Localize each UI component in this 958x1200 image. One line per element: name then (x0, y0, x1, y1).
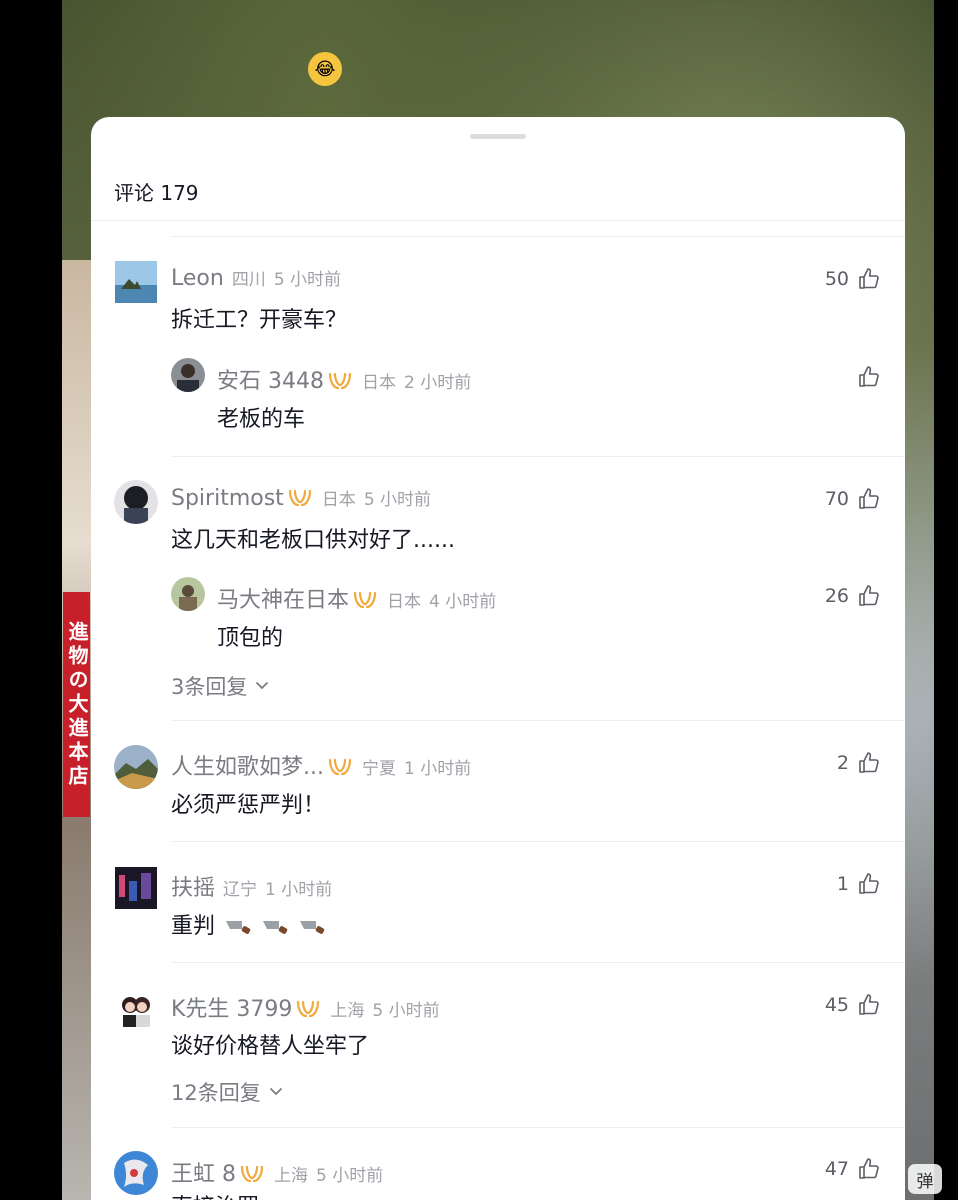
avatar[interactable] (115, 261, 157, 303)
fan-badge-icon (297, 1000, 320, 1018)
reply-author[interactable]: 安石 3448 (217, 363, 324, 395)
reply-author[interactable]: 马大神在日本 (217, 582, 349, 614)
divider (171, 236, 905, 237)
danmaku-button[interactable]: 弹 (908, 1164, 942, 1194)
like-button[interactable]: 2 (837, 751, 881, 775)
like-button[interactable]: 70 (825, 487, 881, 511)
avatar[interactable] (114, 745, 158, 789)
comment-author[interactable]: 王虹 8 (171, 1156, 236, 1188)
divider (171, 841, 905, 842)
comment-count-title: 评论 179 (114, 181, 199, 205)
comment-location: 上海 (330, 1001, 365, 1021)
comment-location: 四川 (231, 270, 266, 290)
comment-text: 拆迁工？开豪车？ (171, 308, 348, 333)
comment-text: 必须严惩严判！ (171, 793, 326, 818)
comment-author[interactable]: 扶摇 (171, 870, 215, 902)
fan-badge-icon (288, 489, 311, 507)
kitchen-knife-emoji-icon (300, 921, 325, 934)
avatar[interactable] (171, 577, 205, 611)
chevron-down-icon (256, 682, 269, 690)
like-button[interactable]: 26 (825, 584, 881, 608)
expand-replies-button[interactable]: 12条回复 (171, 1077, 283, 1107)
comment-location: 上海 (274, 1166, 308, 1186)
comment-author[interactable]: Leon (171, 266, 224, 291)
fan-badge-icon (353, 591, 377, 609)
comment-time: 1 小时前 (265, 880, 333, 900)
divider (171, 1127, 905, 1128)
thumbs-up-icon (859, 873, 879, 894)
avatar[interactable] (114, 480, 158, 524)
expand-replies-button[interactable]: 3条回复 (171, 671, 269, 701)
reply-time: 2 小时前 (403, 373, 472, 393)
comment-text: 谈好价格替人坐牢了 (171, 1034, 370, 1059)
comment-time: 1 小时前 (403, 759, 472, 779)
fan-badge-icon (240, 1165, 264, 1183)
kitchen-knife-emoji-icon (263, 921, 288, 934)
like-count: 70 (824, 488, 849, 510)
like-count: 2 (836, 752, 849, 774)
divider (91, 220, 905, 221)
comment-time: 5 小时前 (372, 1001, 440, 1021)
comment-text: 直接治罪 (171, 1189, 259, 1200)
fan-badge-icon (328, 372, 352, 390)
comment-location: 宁夏 (361, 759, 396, 779)
laughing-emoji-icon: 😂 (308, 52, 342, 86)
like-button[interactable]: 50 (825, 267, 881, 291)
like-count: 26 (824, 585, 849, 607)
thumbs-up-icon (859, 1158, 879, 1179)
comment-author[interactable]: Spiritmost (171, 486, 284, 511)
avatar[interactable] (115, 867, 157, 909)
expand-replies-label: 3条回复 (171, 675, 248, 699)
fan-badge-icon (328, 758, 352, 776)
like-button[interactable]: 1 (837, 872, 881, 896)
reply-text: 顶包的 (217, 626, 284, 651)
thumbs-up-icon (859, 366, 879, 387)
thumbs-up-icon (859, 488, 879, 509)
reply-location: 日本 (361, 373, 396, 393)
thumbs-up-icon (859, 585, 879, 606)
comment-text: 这几天和老板口供对好了...... (171, 528, 455, 553)
divider (171, 962, 905, 963)
comment-author[interactable]: 人生如歌如梦... (171, 749, 324, 781)
comment-location: 辽宁 (223, 880, 258, 900)
comment-text-content: 重判 (171, 914, 216, 939)
avatar[interactable] (114, 987, 158, 1031)
comment-location: 日本 (321, 490, 356, 510)
like-button[interactable]: 45 (825, 993, 881, 1017)
divider (171, 720, 905, 721)
comment-sheet: 评论 179 Leon 四川 5 小时前 50 拆迁工？开豪车？ 安石 3448… (91, 117, 905, 1200)
expand-replies-label: 12条回复 (171, 1081, 261, 1105)
reply-time: 4 小时前 (429, 592, 497, 612)
like-button[interactable]: 47 (825, 1157, 881, 1181)
avatar[interactable] (114, 1151, 158, 1195)
thumbs-up-icon (859, 268, 879, 289)
comment-time: 5 小时前 (363, 490, 432, 510)
avatar[interactable] (171, 358, 205, 392)
like-count: 1 (836, 873, 849, 895)
like-count: 50 (824, 268, 849, 290)
divider (171, 456, 905, 457)
like-count: 47 (824, 1158, 849, 1180)
like-button[interactable] (849, 365, 881, 389)
thumbs-up-icon (859, 752, 879, 773)
reply-text: 老板的车 (217, 407, 306, 432)
kitchen-knife-emoji-icon (226, 921, 251, 934)
comment-author[interactable]: K先生 3799 (171, 991, 292, 1023)
drag-handle[interactable] (470, 134, 526, 139)
shop-sign: 進物の大進本店 (63, 592, 90, 817)
comment-time: 5 小时前 (273, 270, 342, 290)
thumbs-up-icon (859, 994, 879, 1015)
like-count: 45 (824, 994, 849, 1016)
reply-location: 日本 (387, 592, 422, 612)
comment-text: 重判 (171, 908, 326, 940)
comment-time: 5 小时前 (316, 1166, 384, 1186)
chevron-down-icon (269, 1088, 282, 1096)
